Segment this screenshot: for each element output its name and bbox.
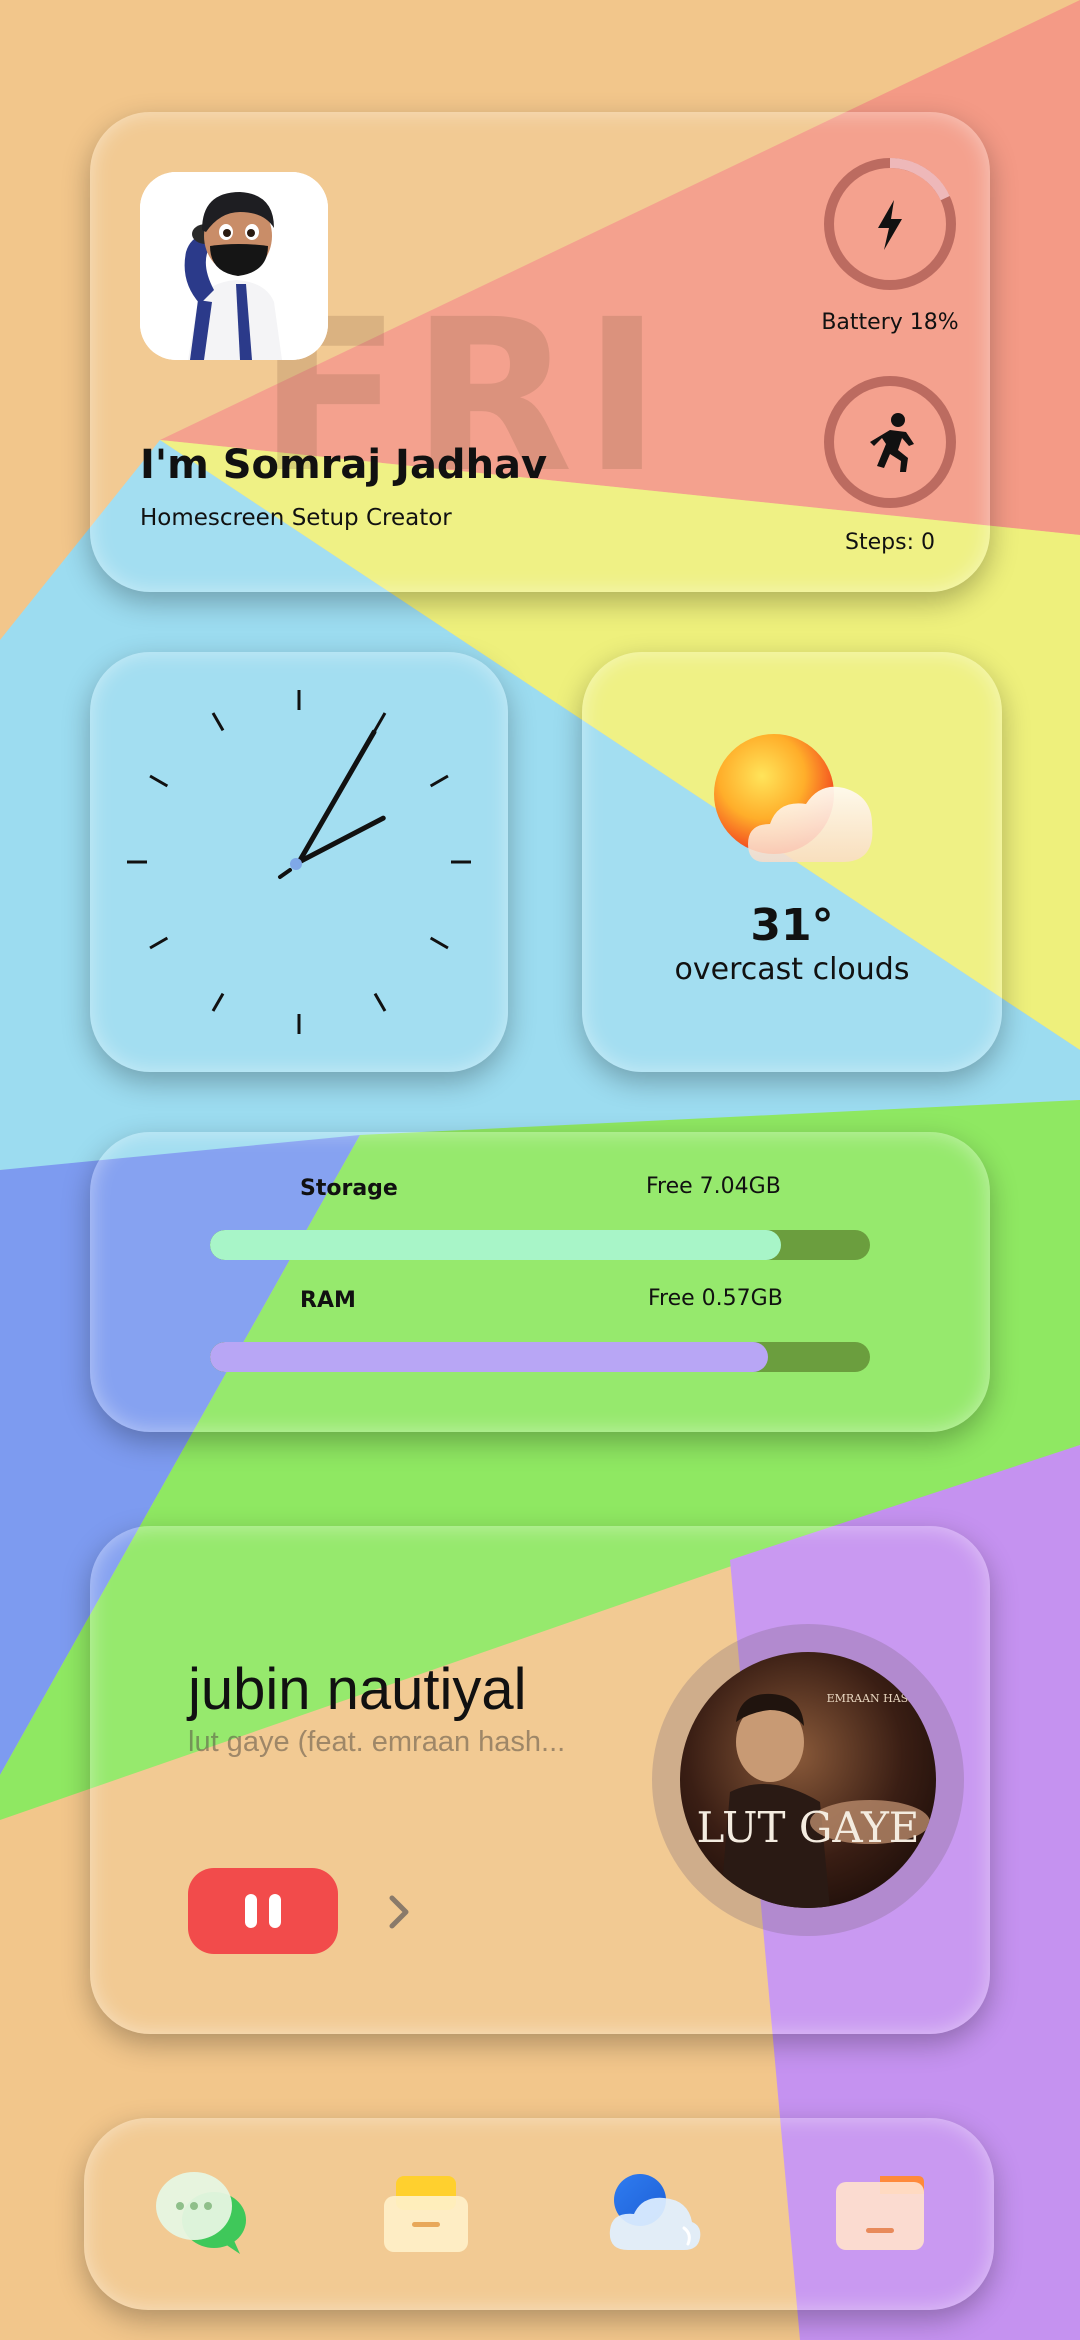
clock-tick — [373, 992, 387, 1012]
pause-icon — [245, 1894, 281, 1928]
clock-tick — [149, 936, 169, 950]
lightning-icon — [878, 200, 902, 250]
dock-files[interactable] — [830, 2162, 930, 2262]
app-dock — [84, 2118, 994, 2310]
storage-bar — [210, 1230, 870, 1260]
storage-free: Free 7.04GB — [646, 1174, 781, 1199]
clock-tick — [429, 936, 449, 950]
ram-label: RAM — [300, 1288, 356, 1313]
steps-label: Steps: 0 — [845, 530, 935, 555]
running-icon — [870, 413, 914, 472]
album-art: LUT GAYE EMRAAN HASHMI — [680, 1652, 936, 1908]
dock-cloud[interactable] — [604, 2162, 704, 2262]
mail-icon — [384, 2176, 468, 2252]
next-button[interactable] — [380, 1888, 420, 1936]
analog-clock — [127, 690, 471, 1034]
weather-description: overcast clouds — [674, 952, 910, 987]
avatar[interactable] — [140, 172, 328, 360]
album-title: LUT GAYE — [697, 1803, 920, 1852]
chevron-right-icon — [389, 1895, 409, 1929]
steps-ring[interactable] — [822, 374, 958, 510]
song-title: lut gaye (feat. emraan hash... — [188, 1726, 566, 1758]
album-cover-image: LUT GAYE EMRAAN HASHMI — [680, 1652, 936, 1908]
pause-button[interactable] — [188, 1868, 338, 1954]
clock-tick — [211, 992, 225, 1012]
profile-widget[interactable]: FRI I'm Somraj Jadhav Homescreen Setup C… — [90, 112, 990, 592]
profile-role: Homescreen Setup Creator — [140, 505, 452, 531]
cartoon-avatar-icon — [140, 172, 328, 360]
clock-tick — [211, 712, 225, 732]
ram-free: Free 0.57GB — [648, 1286, 783, 1311]
sun-behind-cloud-icon — [714, 734, 873, 862]
dock-mail[interactable] — [376, 2162, 476, 2262]
weather-widget[interactable]: 31° overcast clouds — [582, 652, 1002, 1072]
storage-label: Storage — [300, 1176, 398, 1201]
cloud-icon — [609, 2174, 701, 2250]
second-hand — [278, 868, 292, 879]
clock-center — [290, 858, 302, 870]
album-credit: EMRAAN HASHMI — [827, 1692, 934, 1705]
files-icon — [836, 2176, 924, 2250]
storage-bar-fill — [210, 1230, 781, 1260]
clock-tick — [373, 712, 387, 732]
clock-tick — [429, 774, 449, 788]
battery-label: Battery 18% — [821, 310, 959, 335]
messages-icon — [156, 2172, 246, 2254]
profile-name: I'm Somraj Jadhav — [140, 442, 548, 488]
ram-bar-fill — [210, 1342, 768, 1372]
dock-messages[interactable] — [152, 2162, 252, 2262]
clock-tick — [149, 774, 169, 788]
ram-bar — [210, 1342, 870, 1372]
battery-ring[interactable] — [822, 156, 958, 292]
clock-widget[interactable] — [90, 652, 508, 1072]
artist-name: jubin nautiyal — [188, 1657, 527, 1722]
storage-widget[interactable]: Storage Free 7.04GB RAM Free 0.57GB — [90, 1132, 990, 1432]
temperature: 31° — [750, 900, 834, 951]
music-widget[interactable]: jubin nautiyal lut gaye (feat. emraan ha… — [90, 1526, 990, 2034]
album-disc[interactable]: LUT GAYE EMRAAN HASHMI — [652, 1624, 964, 1936]
